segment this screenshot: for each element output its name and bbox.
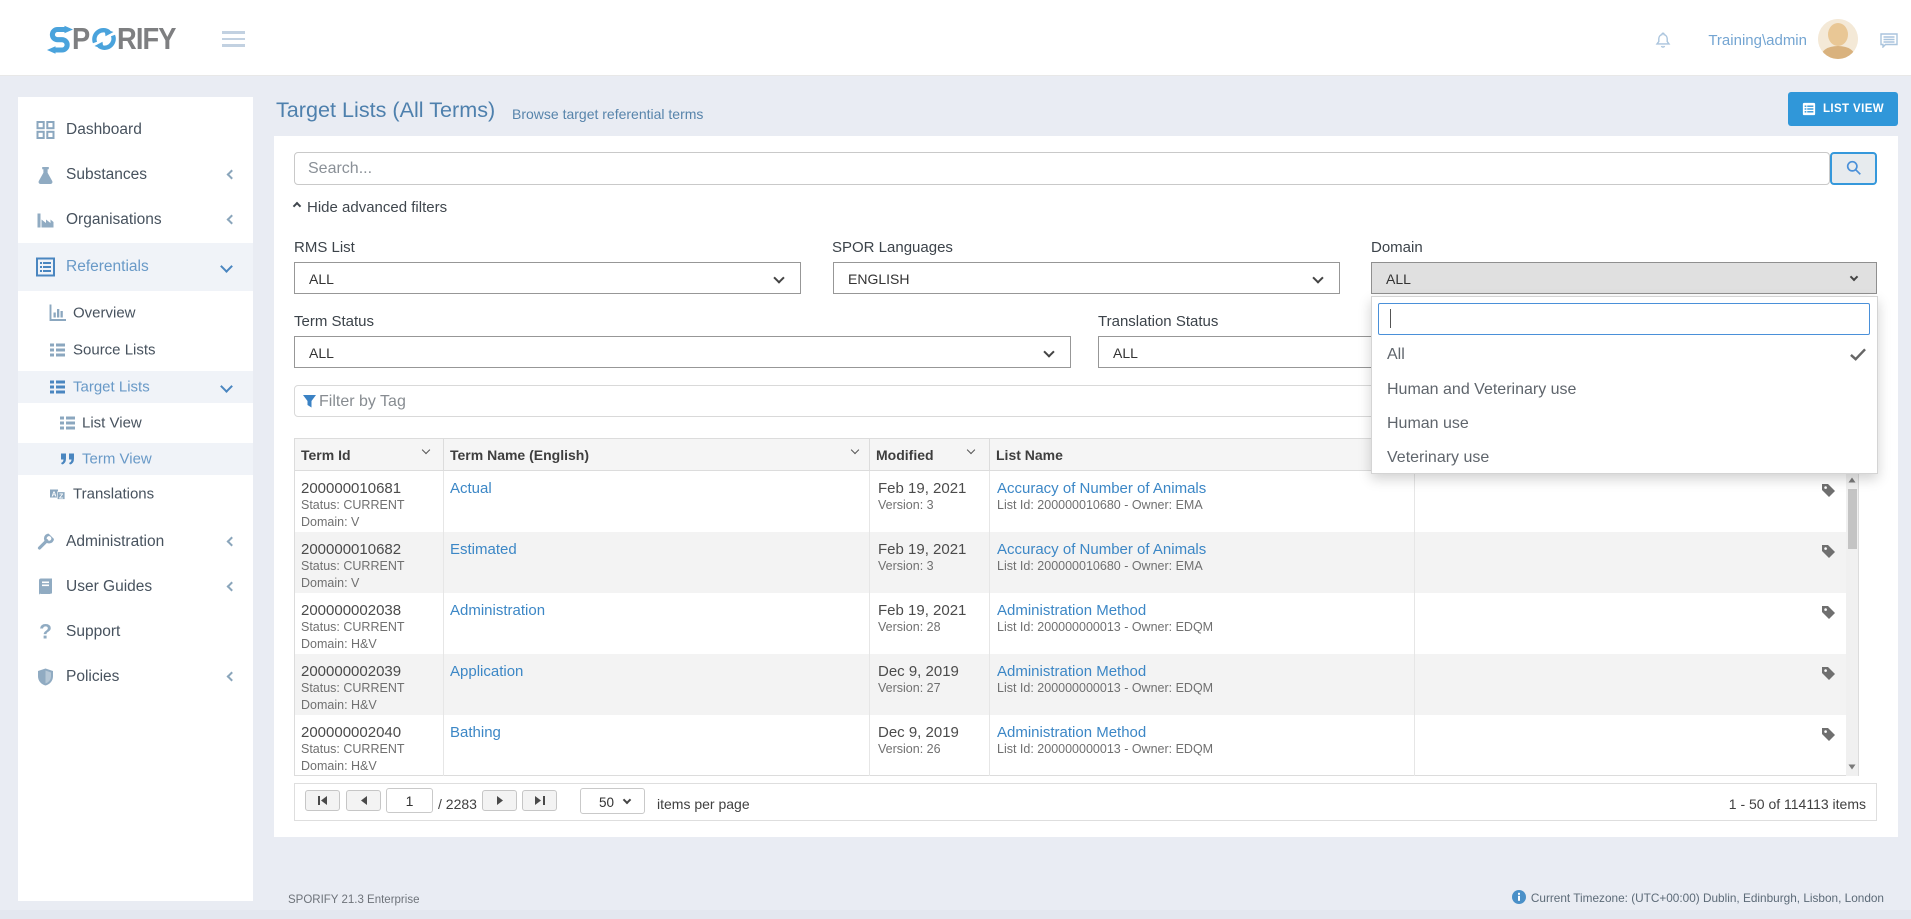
svg-text:A: A <box>51 491 56 498</box>
svg-text:Z: Z <box>59 493 64 500</box>
